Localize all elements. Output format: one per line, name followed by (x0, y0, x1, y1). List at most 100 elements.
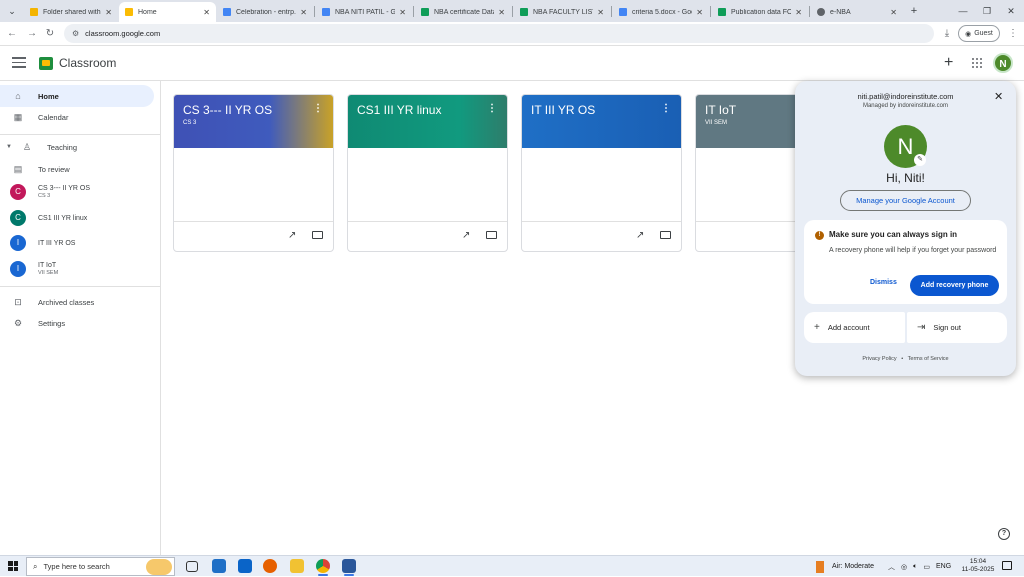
chrome-icon[interactable] (316, 559, 330, 576)
word-icon[interactable] (342, 559, 356, 576)
app-title[interactable]: Classroom (59, 56, 116, 70)
close-tab-icon[interactable]: ✕ (696, 8, 703, 17)
windows-start-icon[interactable] (8, 561, 18, 571)
classroom-logo-icon[interactable] (39, 57, 53, 70)
class-card[interactable]: CS 3--- II YR OS CS 3 ⋮ ↗ (173, 94, 334, 252)
class-card[interactable]: IT III YR OS ⋮ ↗ (521, 94, 682, 252)
browser-tab[interactable]: e-NBA ✕ (811, 2, 903, 22)
class-card-banner[interactable]: IT III YR OS ⋮ (522, 95, 681, 148)
browser-tab[interactable]: NBA FACULTY LIST Y...✕ (514, 2, 610, 22)
more-options-icon[interactable]: ⋮ (661, 103, 671, 114)
terms-of-service-link[interactable]: Terms of Service (908, 356, 949, 362)
gradebook-trend-icon[interactable]: ↗ (636, 230, 644, 241)
notification-icon[interactable] (1002, 561, 1012, 570)
more-options-icon[interactable]: ⋮ (487, 103, 497, 114)
card-divider (348, 221, 507, 222)
browser-tab[interactable]: NBA NITI PATIL - Goo...✕ (316, 2, 412, 22)
drive-folder-icon (30, 8, 38, 16)
sidebar-class-item[interactable]: C CS 3--- II YR OS CS 3 (0, 181, 154, 203)
sidebar-class-item[interactable]: I IT III YR OS (0, 232, 154, 254)
store-icon[interactable] (212, 559, 226, 573)
restore-button[interactable]: ❐ (975, 2, 999, 20)
language-indicator[interactable]: ENG (936, 563, 951, 570)
location-icon[interactable]: ◎ (901, 563, 907, 571)
air-quality-icon[interactable] (816, 560, 824, 573)
reload-icon[interactable]: ↻ (42, 26, 58, 42)
close-tab-icon[interactable]: ✕ (795, 8, 802, 17)
browser-tab[interactable]: criteria 5.docx - Goog...✕ (613, 2, 709, 22)
close-tab-icon[interactable]: ✕ (498, 8, 505, 17)
class-card-banner[interactable]: CS 3--- II YR OS CS 3 ⋮ (174, 95, 333, 148)
manage-account-button[interactable]: Manage your Google Account (840, 190, 971, 211)
close-tab-icon[interactable]: ✕ (890, 8, 897, 17)
tab-search-icon[interactable]: ⌄ (0, 2, 24, 20)
privacy-policy-link[interactable]: Privacy Policy (862, 356, 896, 362)
gradebook-trend-icon[interactable]: ↗ (288, 230, 296, 241)
sidebar-item-archived[interactable]: ⊡ Archived classes (0, 291, 154, 313)
close-tab-icon[interactable]: ✕ (399, 8, 406, 17)
close-tab-icon[interactable]: ✕ (203, 8, 210, 17)
class-card-banner[interactable]: CS1 III YR linux ⋮ (348, 95, 507, 148)
add-account-button[interactable]: + Add account (804, 312, 905, 343)
mail-icon[interactable] (238, 559, 252, 573)
browser-tab[interactable]: Folder shared with you✕ (24, 2, 118, 22)
class-card-title[interactable]: CS1 III YR linux (357, 103, 441, 117)
firefox-icon[interactable] (263, 559, 277, 573)
main-menu-icon[interactable] (12, 57, 26, 69)
dismiss-button[interactable]: Dismiss (870, 279, 897, 286)
forward-icon[interactable]: → (24, 26, 40, 42)
caret-down-icon[interactable]: ▼ (3, 144, 15, 150)
class-card-title[interactable]: IT III YR OS (531, 103, 595, 117)
edit-pencil-icon[interactable]: ✎ (914, 154, 926, 166)
clock[interactable]: 15:04 11-05-2025 (958, 558, 998, 574)
sheets-icon (718, 8, 726, 16)
new-tab-button[interactable]: + (902, 2, 926, 20)
chevron-up-icon[interactable]: ︿ (888, 562, 895, 572)
account-avatar[interactable]: N (993, 53, 1013, 73)
help-icon[interactable]: ? (998, 528, 1010, 540)
drive-folder-icon[interactable] (486, 231, 497, 239)
close-tab-icon[interactable]: ✕ (300, 8, 307, 17)
weather-text[interactable]: Air: Moderate (832, 563, 874, 570)
google-apps-icon[interactable] (972, 58, 982, 68)
guest-profile-button[interactable]: ◉ Guest (958, 25, 1000, 42)
sidebar-item-to-review[interactable]: ▤ To review (0, 158, 154, 180)
close-window-button[interactable]: ✕ (999, 2, 1023, 20)
site-info-icon[interactable]: ⚙ (72, 29, 79, 38)
class-card-title[interactable]: IT IoT (705, 103, 736, 117)
sidebar-item-teaching[interactable]: ▼ ♙ Teaching (0, 136, 154, 158)
class-card-title[interactable]: CS 3--- II YR OS (183, 103, 272, 117)
minimize-button[interactable]: — (951, 2, 975, 20)
browser-tab[interactable]: Publication data FOR...✕ (712, 2, 808, 22)
back-icon[interactable]: ← (4, 26, 20, 42)
sidebar-item-calendar[interactable]: ▦ Calendar (0, 106, 154, 128)
task-view-icon[interactable] (186, 561, 198, 572)
browser-tab[interactable]: Celebration - entrp... ✕ (217, 2, 313, 22)
class-card[interactable]: CS1 III YR linux ⋮ ↗ (347, 94, 508, 252)
browser-menu-icon[interactable]: ⋮ (1005, 26, 1021, 42)
sidebar-item-home[interactable]: ⌂ Home (0, 85, 154, 107)
sidebar-item-settings[interactable]: ⚙ Settings (0, 312, 154, 334)
close-icon[interactable]: ✕ (994, 90, 1003, 103)
address-bar[interactable]: ⚙ classroom.google.com (64, 24, 934, 43)
drive-folder-icon[interactable] (312, 231, 323, 239)
speaker-icon[interactable]: 🔈︎ (913, 563, 917, 571)
teaching-icon: ♙ (22, 141, 32, 152)
sidebar-class-item[interactable]: I IT IoT VII SEM (0, 258, 154, 280)
download-icon[interactable]: ⤓ (939, 26, 955, 42)
network-icon[interactable]: ▭ (923, 563, 930, 571)
close-tab-icon[interactable]: ✕ (597, 8, 604, 17)
sidebar-class-item[interactable]: C CS1 III YR linux (0, 207, 154, 229)
browser-tab[interactable]: NBA certificate Data ✕ (415, 2, 511, 22)
taskbar-search[interactable]: ⌕ Type here to search (26, 557, 175, 576)
system-tray: Air: Moderate ︿ ◎ 🔈︎ ▭ ENG (816, 556, 951, 577)
close-tab-icon[interactable]: ✕ (105, 8, 112, 17)
browser-tab-active[interactable]: Home ✕ (119, 2, 216, 22)
create-join-class-icon[interactable]: + (944, 54, 953, 72)
drive-folder-icon[interactable] (660, 231, 671, 239)
gradebook-trend-icon[interactable]: ↗ (462, 230, 470, 241)
more-options-icon[interactable]: ⋮ (313, 103, 323, 114)
sign-out-button[interactable]: ⇥ Sign out (907, 312, 1007, 343)
add-recovery-phone-button[interactable]: Add recovery phone (910, 275, 999, 296)
file-explorer-icon[interactable] (290, 559, 304, 573)
